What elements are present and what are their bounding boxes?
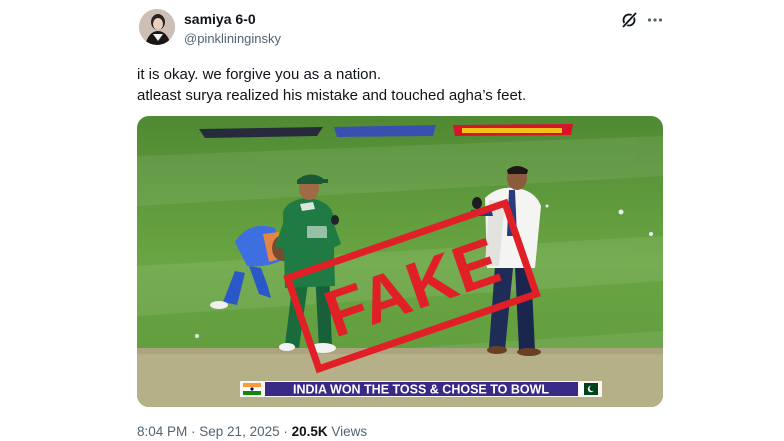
display-name[interactable]: samiya 6-0 xyxy=(184,11,256,27)
broadcast-caption-text: INDIA WON THE TOSS & CHOSE TO BOWL xyxy=(293,383,549,397)
views-count[interactable]: 20.5K xyxy=(292,424,328,439)
tweet-date[interactable]: Sep 21, 2025 xyxy=(199,424,279,439)
tweet-text-line: it is okay. we forgive you as a nation. xyxy=(137,66,382,83)
tweet-media-image[interactable]: FAKE INDIA WON THE TOSS & CHOSE TO BOWL xyxy=(137,116,663,407)
tweet-meta: 8:04 PM · Sep 21, 2025 · 20.5K Views xyxy=(137,424,367,439)
tweet-text-line: atleast surya realized his mistake and t… xyxy=(137,87,527,104)
grok-icon[interactable] xyxy=(620,11,638,29)
avatar[interactable] xyxy=(139,9,175,45)
broadcast-caption: INDIA WON THE TOSS & CHOSE TO BOWL xyxy=(240,381,602,397)
user-handle[interactable]: @pinklininginsky xyxy=(184,31,281,46)
tweet-time[interactable]: 8:04 PM xyxy=(137,424,187,439)
separator-dot: · xyxy=(187,424,200,439)
separator-dot: · xyxy=(279,424,292,439)
tweet-text: it is okay. we forgive you as a nation. … xyxy=(137,64,677,106)
views-label: Views xyxy=(327,424,368,439)
more-icon[interactable] xyxy=(646,11,664,29)
